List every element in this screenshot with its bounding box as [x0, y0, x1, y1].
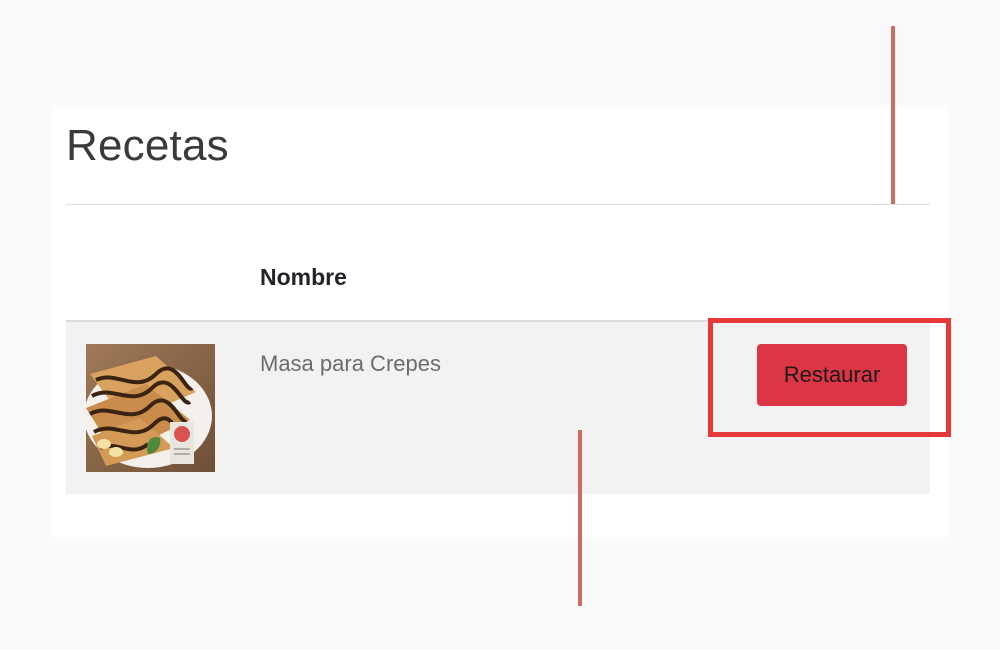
recipe-name: Masa para Crepes: [260, 351, 441, 376]
title-divider: [66, 204, 930, 205]
table-row: Masa para Crepes Restaurar: [66, 322, 930, 494]
guide-line-top: [891, 26, 895, 204]
page-title: Recetas: [66, 121, 229, 170]
column-header-name: Nombre: [260, 264, 347, 290]
guide-line-bottom: [578, 430, 582, 606]
restore-button[interactable]: Restaurar: [757, 344, 907, 406]
recipe-thumbnail-image: [86, 344, 215, 472]
page: Recetas Nombre Masa para Crepes Restaura…: [0, 0, 1000, 650]
crepe-recipe-thumbnail: [86, 344, 215, 472]
